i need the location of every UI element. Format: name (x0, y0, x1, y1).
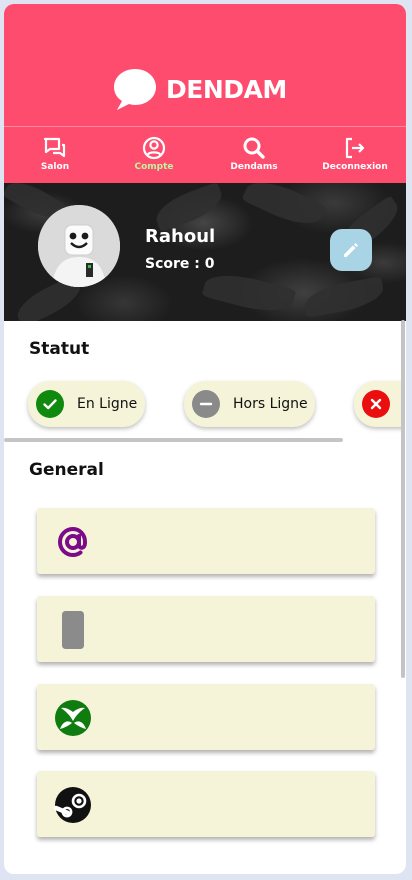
status-offline-label: Hors Ligne (233, 396, 308, 412)
minus-icon (192, 390, 220, 418)
leaf-decoration (151, 183, 227, 233)
logout-icon (345, 137, 365, 159)
check-icon (36, 390, 64, 418)
search-icon (243, 137, 265, 159)
at-sign-icon (53, 522, 93, 562)
nav-label-deconnexion: Deconnexion (322, 162, 388, 172)
horizontal-scrollbar[interactable] (4, 438, 343, 442)
phone-icon (53, 610, 93, 650)
status-offline-chip[interactable]: Hors Ligne (184, 381, 315, 427)
steam-icon (53, 785, 93, 825)
status-options-row[interactable]: En Ligne Hors Ligne A (4, 376, 402, 436)
email-card[interactable] (37, 508, 375, 574)
app-logo: DENDAM (112, 66, 287, 112)
chat-icon (43, 137, 66, 158)
steam-card[interactable] (37, 771, 375, 837)
nav-item-compte[interactable]: Compte (104, 127, 204, 184)
chat-bubble-logo-icon (114, 69, 156, 110)
status-section-title: Statut (29, 339, 90, 359)
status-online-label: En Ligne (77, 396, 138, 412)
edit-profile-button[interactable] (330, 229, 372, 271)
phone-card[interactable] (37, 596, 375, 662)
general-section-title: General (29, 460, 104, 480)
app-header: DENDAM Salon Compte Dendams Deconnexion (4, 4, 406, 183)
pencil-icon (344, 243, 358, 257)
leaf-decoration (241, 183, 327, 234)
vertical-scrollbar[interactable] (401, 320, 405, 678)
leaf-decoration (302, 276, 386, 318)
nav-item-salon[interactable]: Salon (5, 127, 105, 184)
nav-label-dendams: Dendams (230, 162, 278, 172)
nav-item-deconnexion[interactable]: Deconnexion (305, 127, 405, 184)
xbox-icon (53, 698, 93, 738)
score-text: Score : 0 (145, 256, 215, 272)
nav-label-salon: Salon (40, 162, 70, 172)
nav-item-dendams[interactable]: Dendams (204, 127, 304, 184)
app-name: DENDAM (166, 74, 287, 104)
marshmello-avatar-icon (38, 205, 120, 287)
account-icon (142, 136, 166, 160)
app-frame: DENDAM Salon Compte Dendams Deconnexion … (4, 4, 406, 874)
status-online-chip[interactable]: En Ligne (28, 381, 145, 427)
avatar[interactable] (38, 205, 120, 287)
nav-label-compte: Compte (134, 162, 174, 172)
profile-banner: Rahoul Score : 0 (4, 183, 406, 321)
leaf-decoration (201, 266, 297, 320)
status-absent-chip[interactable]: A (354, 381, 402, 427)
username: Rahoul (145, 226, 216, 247)
main-nav: Salon Compte Dendams Deconnexion (4, 126, 406, 184)
close-icon (362, 390, 390, 418)
xbox-card[interactable] (37, 684, 375, 750)
